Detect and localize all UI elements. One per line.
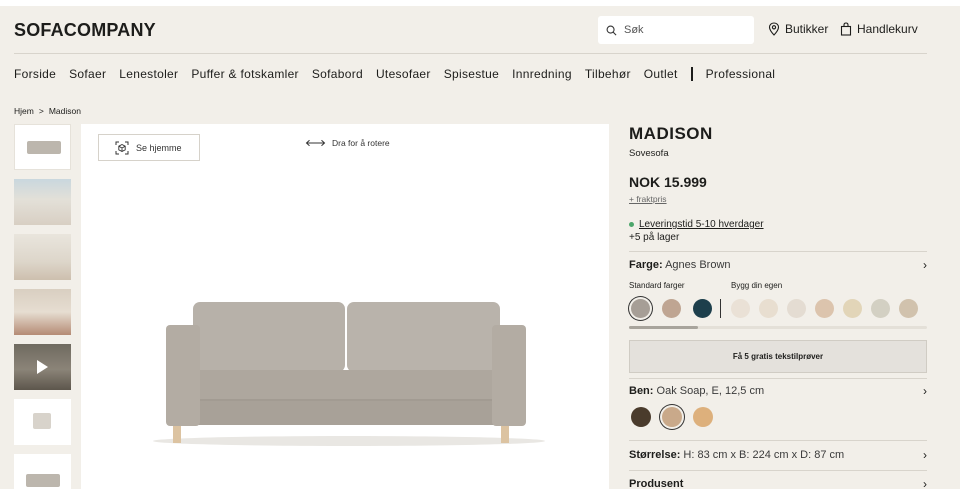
- size-value: H: 83 cm x B: 224 cm x D: 87 cm: [683, 449, 845, 461]
- breadcrumb-home[interactable]: Hjem: [14, 106, 34, 116]
- nav-item-forside[interactable]: Forside: [14, 67, 56, 81]
- nav-item-tilbehor[interactable]: Tilbehør: [585, 67, 631, 81]
- shopping-bag-icon: [840, 22, 852, 36]
- product-panel: MADISON Sovesofa NOK 15.999 + fraktpris …: [629, 124, 927, 243]
- ar-cube-icon: [115, 141, 129, 154]
- free-samples-button[interactable]: Få 5 gratis tekstilprøver: [629, 340, 927, 373]
- legs-value: Oak Soap, E, 12,5 cm: [656, 385, 765, 397]
- thumbnail-image: [27, 141, 61, 154]
- nav-item-innredning[interactable]: Innredning: [512, 67, 572, 81]
- color-swatch-standard[interactable]: [662, 299, 681, 318]
- divider: [629, 470, 927, 471]
- breadcrumb-current: Madison: [48, 106, 81, 116]
- header-divider: [14, 53, 927, 54]
- color-value: Agnes Brown: [665, 259, 731, 271]
- nav-item-utesofaer[interactable]: Utesofaer: [376, 67, 431, 81]
- cart-link[interactable]: Handlekurv: [840, 22, 918, 36]
- nav-item-outlet[interactable]: Outlet: [644, 67, 678, 81]
- swatch-divider: [720, 299, 721, 318]
- horizontal-arrows-icon: [305, 139, 326, 147]
- rotate-label: Dra for å rotere: [332, 138, 390, 148]
- color-selector-row[interactable]: Farge: Agnes Brown ›: [629, 258, 927, 272]
- legs-label: Ben:: [629, 385, 654, 397]
- color-swatch-custom[interactable]: [759, 299, 778, 318]
- search-icon: [606, 25, 617, 35]
- leg-swatch[interactable]: [631, 407, 651, 427]
- product-subtitle: Sovesofa: [629, 148, 669, 159]
- thumbnail-detail[interactable]: [14, 399, 71, 445]
- product-price: NOK 15.999: [629, 174, 707, 190]
- search-box[interactable]: [598, 16, 754, 44]
- color-swatch-custom[interactable]: [815, 299, 834, 318]
- nav-item-puffer[interactable]: Puffer & fotskamler: [191, 67, 299, 81]
- color-swatch-custom[interactable]: [731, 299, 750, 318]
- chevron-right-icon: ›: [923, 448, 927, 462]
- thumbnail-list: [14, 124, 71, 489]
- legs-selector-row[interactable]: Ben: Oak Soap, E, 12,5 cm ›: [629, 384, 927, 398]
- thumbnail-image: [26, 474, 60, 487]
- breadcrumb-separator: >: [38, 106, 44, 116]
- delivery-info: Leveringstid 5-10 hverdager: [629, 219, 927, 230]
- color-swatch-custom[interactable]: [787, 299, 806, 318]
- nav-item-professional[interactable]: Professional: [706, 67, 776, 81]
- swatch-scrollbar-thumb[interactable]: [629, 326, 698, 329]
- nav-item-sofaer[interactable]: Sofaer: [69, 67, 106, 81]
- thumbnail-room-3[interactable]: [14, 289, 71, 335]
- freight-link[interactable]: + fraktpris: [629, 194, 927, 204]
- color-swatch-custom[interactable]: [899, 299, 918, 318]
- thumbnail-room-1[interactable]: [14, 179, 71, 225]
- in-stock-dot-icon: [629, 222, 634, 227]
- custom-colors-label: Bygg din egen: [731, 281, 783, 290]
- search-input[interactable]: [624, 24, 744, 36]
- leg-swatch-oak-soap[interactable]: [662, 407, 682, 427]
- color-swatch-agnes-brown[interactable]: [631, 299, 650, 318]
- top-bar: [0, 0, 960, 6]
- thumbnail-video[interactable]: [14, 344, 71, 390]
- color-swatch-custom[interactable]: [843, 299, 862, 318]
- nav-divider: [690, 67, 693, 81]
- chevron-right-icon: ›: [923, 258, 927, 272]
- chevron-right-icon: ›: [923, 384, 927, 398]
- color-swatch-custom[interactable]: [871, 299, 890, 318]
- thumbnail-image: [33, 413, 51, 429]
- main-nav: Forside Sofaer Lenestoler Puffer & fotsk…: [14, 67, 788, 81]
- chevron-right-icon: ›: [923, 477, 927, 489]
- divider: [629, 440, 927, 441]
- color-swatch-standard[interactable]: [693, 299, 712, 318]
- product-title: MADISON: [629, 124, 713, 143]
- standard-colors-label: Standard farger: [629, 281, 685, 290]
- stores-link[interactable]: Butikker: [768, 22, 828, 36]
- leg-swatch[interactable]: [693, 407, 713, 427]
- stock-count: +5 på lager: [629, 232, 680, 243]
- nav-item-sofabord[interactable]: Sofabord: [312, 67, 363, 81]
- thumbnail-side[interactable]: [14, 454, 71, 489]
- producer-row[interactable]: Produsent ›: [629, 477, 927, 489]
- thumbnail-sofa-front[interactable]: [14, 124, 71, 170]
- see-at-home-button[interactable]: Se hjemme: [98, 134, 200, 161]
- product-viewer[interactable]: Se hjemme Dra for å rotere: [81, 124, 609, 489]
- nav-item-spisestue[interactable]: Spisestue: [444, 67, 499, 81]
- delivery-time-link[interactable]: Leveringstid 5-10 hverdager: [639, 219, 764, 230]
- size-selector-row[interactable]: Størrelse: H: 83 cm x B: 224 cm x D: 87 …: [629, 448, 927, 462]
- nav-item-lenestoler[interactable]: Lenestoler: [119, 67, 178, 81]
- logo[interactable]: SOFACOMPANY: [14, 20, 156, 41]
- see-at-home-label: Se hjemme: [136, 142, 182, 153]
- stores-label: Butikker: [785, 22, 829, 36]
- cart-label: Handlekurv: [857, 22, 918, 36]
- sofa-image: [153, 302, 545, 446]
- divider: [629, 378, 927, 379]
- thumbnail-room-2[interactable]: [14, 234, 71, 280]
- location-pin-icon: [768, 22, 780, 36]
- size-label: Størrelse:: [629, 449, 681, 461]
- producer-label: Produsent: [629, 478, 684, 489]
- divider: [629, 251, 927, 252]
- rotate-hint: Dra for å rotere: [305, 138, 390, 148]
- color-label: Farge:: [629, 259, 663, 271]
- breadcrumb: Hjem > Madison: [14, 106, 81, 116]
- play-icon: [37, 360, 48, 374]
